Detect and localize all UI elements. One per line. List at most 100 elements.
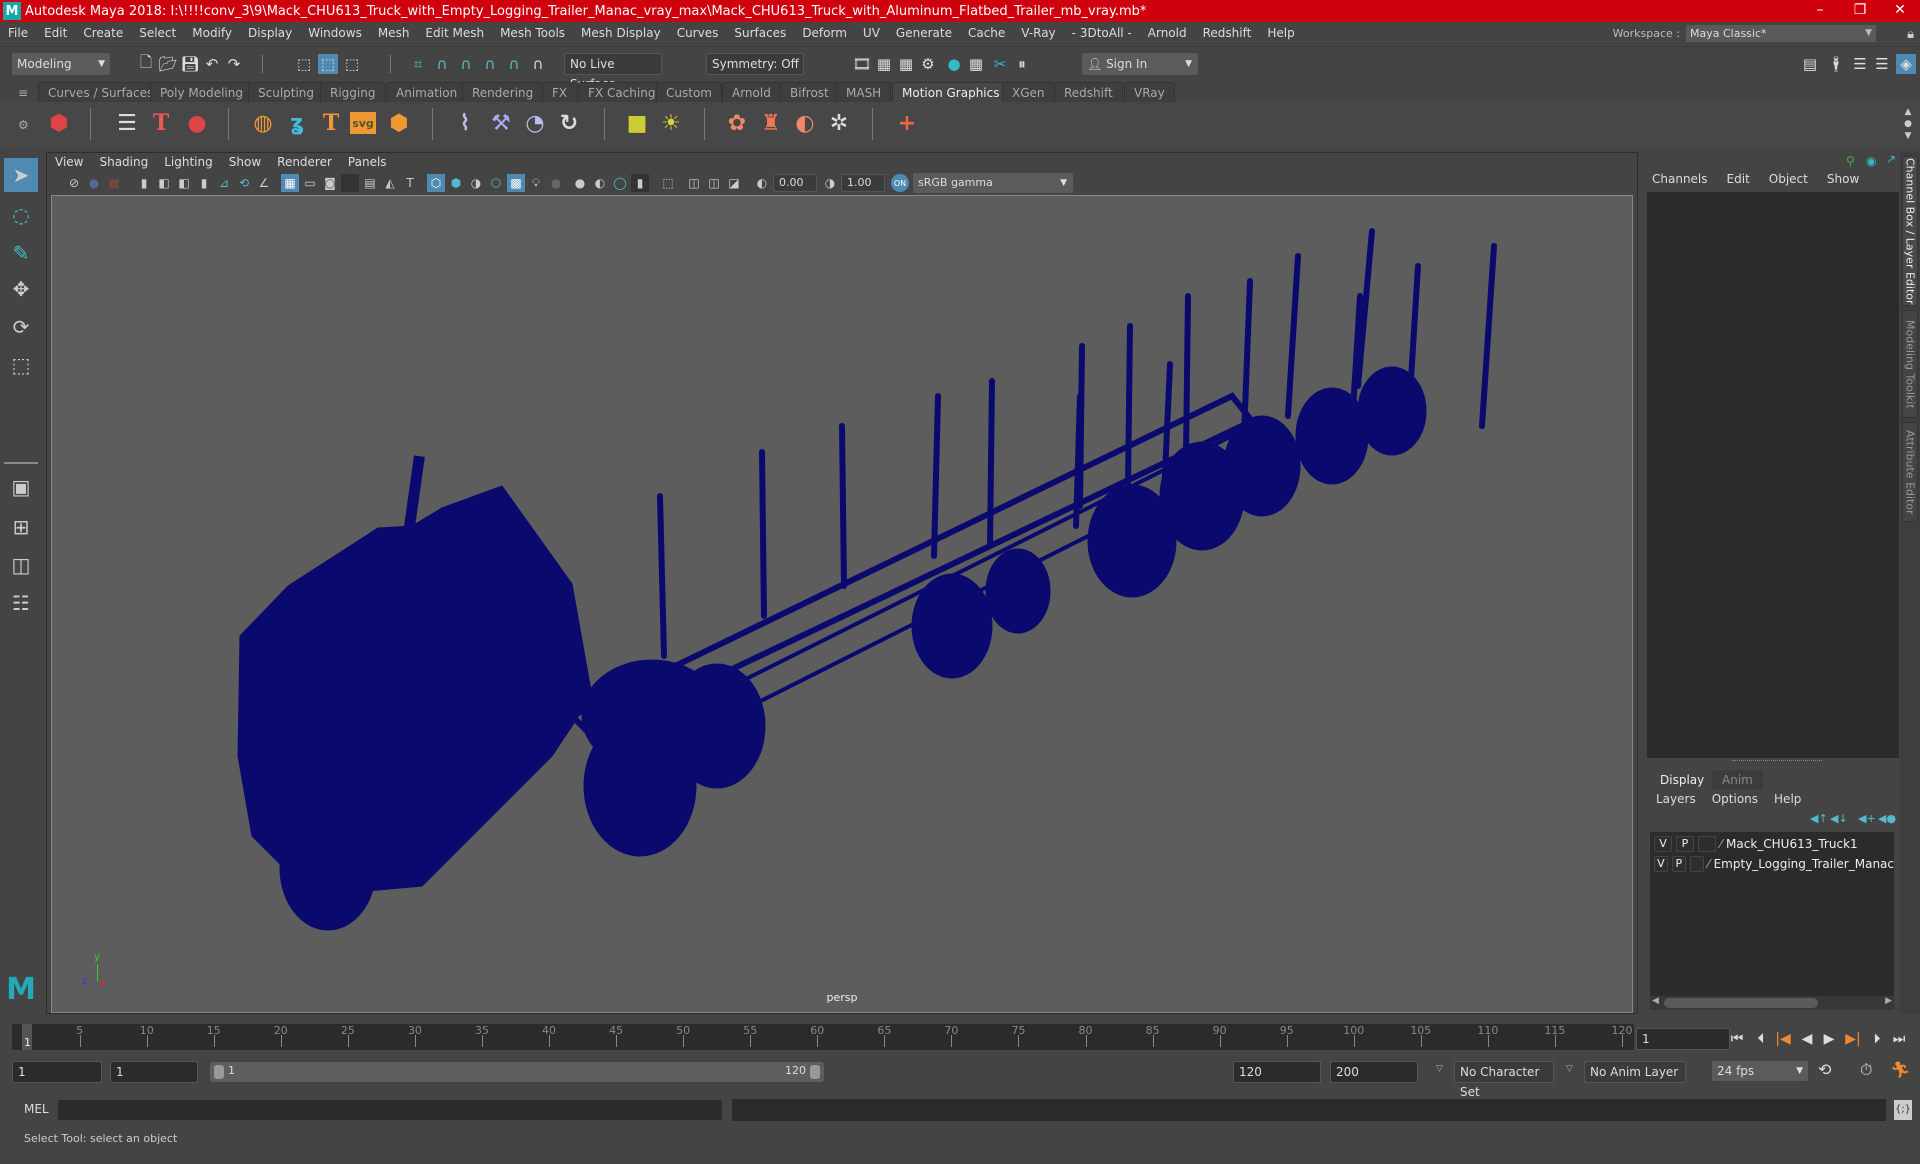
- menu-mesh-tools[interactable]: Mesh Tools: [492, 26, 573, 40]
- shelf-tab-redshift[interactable]: Redshift: [1054, 82, 1123, 102]
- menu-set-dropdown[interactable]: Modeling ▼: [12, 53, 110, 75]
- safe-title-icon[interactable]: ◙: [321, 174, 339, 192]
- field-chart-icon[interactable]: ∠: [255, 174, 273, 192]
- type-icon[interactable]: T: [316, 108, 346, 138]
- spring-icon[interactable]: ↻: [554, 108, 584, 138]
- open-scene-icon[interactable]: 📂︎: [158, 54, 178, 74]
- light-editor-icon[interactable]: ✂: [990, 54, 1010, 74]
- shelf-tab-poly-modeling[interactable]: Poly Modeling: [150, 82, 253, 102]
- fracture-icon[interactable]: ⚒: [486, 108, 516, 138]
- time-slider-bar[interactable]: 1 5 10 15 20 25 30 35 40 45 50 55 60 65 70 75 80 85 90 95 1…: [12, 1024, 1634, 1050]
- single-perspective-view-icon[interactable]: ▣: [4, 470, 38, 504]
- tool-settings-icon[interactable]: ☰: [1872, 54, 1892, 74]
- snap-point-icon[interactable]: ∩: [456, 54, 476, 74]
- shelf-tab-motion-graphics[interactable]: Motion Graphics: [892, 82, 1010, 102]
- viewport-menu-show[interactable]: Show: [229, 155, 261, 173]
- layer-visibility-toggle[interactable]: V: [1654, 836, 1672, 852]
- render-current-icon[interactable]: ▦: [874, 54, 894, 74]
- menu-vray[interactable]: V-Ray: [1013, 26, 1063, 40]
- menu-select[interactable]: Select: [131, 26, 184, 40]
- animation-end-field[interactable]: 200: [1330, 1061, 1418, 1083]
- layer-row[interactable]: V P ⁄ Mack_CHU613_Truck1: [1650, 834, 1894, 854]
- menu-create[interactable]: Create: [75, 26, 131, 40]
- sphere-icon[interactable]: ◍: [248, 108, 278, 138]
- layer-tab-display[interactable]: Display: [1650, 770, 1715, 790]
- grease-pencil-icon[interactable]: ◧: [175, 174, 193, 192]
- loop-icon[interactable]: ⟲: [1818, 1060, 1831, 1079]
- hypershade-icon[interactable]: ●: [944, 54, 964, 74]
- camera-attributes-icon[interactable]: ●: [85, 174, 103, 192]
- viewport-menu-view[interactable]: View: [55, 155, 83, 173]
- overscan-icon[interactable]: ■: [341, 174, 359, 192]
- redo-icon[interactable]: ↷: [224, 54, 244, 74]
- select-hierarchy-icon[interactable]: ⬚: [294, 54, 314, 74]
- gamma-field[interactable]: 1.00: [841, 174, 885, 192]
- menu-windows[interactable]: Windows: [300, 26, 370, 40]
- shelf-tab-fx[interactable]: FX: [542, 82, 578, 102]
- layer-menu-layers[interactable]: Layers: [1656, 792, 1696, 806]
- select-object-icon[interactable]: ⬚: [318, 54, 338, 74]
- shelf-menu-icon[interactable]: ≡: [18, 86, 28, 100]
- snap-curve-icon[interactable]: ∩: [432, 54, 452, 74]
- menu-help[interactable]: Help: [1259, 26, 1302, 40]
- snap-live-icon[interactable]: ∩: [504, 54, 524, 74]
- xray-active-icon[interactable]: ◫: [685, 174, 703, 192]
- lasso-tool-icon[interactable]: ◌: [4, 198, 38, 232]
- new-scene-icon[interactable]: 🗋: [136, 53, 156, 74]
- texture-icon[interactable]: T: [401, 174, 419, 192]
- layer-playback-toggle[interactable]: P: [1671, 856, 1686, 872]
- resolution-gate-icon[interactable]: ⊿: [215, 174, 233, 192]
- shelf-tab-sculpting[interactable]: Sculpting: [248, 82, 325, 102]
- film-gate-icon[interactable]: ▮: [195, 174, 213, 192]
- new-layer-icon[interactable]: ◀+: [1858, 812, 1876, 825]
- render-setup-icon[interactable]: ▦: [966, 54, 986, 74]
- shelf-tab-rendering[interactable]: Rendering: [462, 82, 544, 102]
- go-to-end-button[interactable]: ⏭︎: [1890, 1030, 1908, 1048]
- rotate-tool-icon[interactable]: ⟳: [4, 310, 38, 344]
- move-layer-up-icon[interactable]: ◀↑: [1810, 812, 1828, 825]
- shelf-tab-bifrost[interactable]: Bifrost: [780, 82, 839, 102]
- snap-grid-icon[interactable]: ⌗: [408, 54, 428, 74]
- viewport-menu-lighting[interactable]: Lighting: [164, 155, 213, 173]
- type-tool-icon[interactable]: T: [146, 108, 176, 138]
- move-layer-down-icon[interactable]: ◀↓: [1830, 812, 1848, 825]
- shelf-tab-rigging[interactable]: Rigging: [320, 82, 386, 102]
- playback-end-field[interactable]: 120: [1233, 1061, 1321, 1083]
- layer-color-swatch[interactable]: ⁄: [1708, 857, 1710, 871]
- go-to-start-button[interactable]: ⏮︎: [1728, 1030, 1746, 1048]
- image-plane-icon[interactable]: ▮: [135, 174, 153, 192]
- live-surface-field[interactable]: No Live Surface: [564, 53, 662, 91]
- shelf-tab-xgen[interactable]: XGen: [1002, 82, 1055, 102]
- symmetry-field[interactable]: Symmetry: Off: [706, 53, 804, 75]
- text-list-icon[interactable]: ☰: [112, 108, 142, 138]
- two-view-icon[interactable]: ◫: [4, 548, 38, 582]
- channel-box-menu-object[interactable]: Object: [1769, 172, 1808, 186]
- shelf-tab-mash[interactable]: MASH: [836, 82, 892, 102]
- animation-start-field[interactable]: 1: [12, 1061, 102, 1083]
- svg-icon[interactable]: svg: [350, 112, 376, 134]
- mash-network-icon[interactable]: ⬢: [44, 108, 74, 138]
- menu-edit[interactable]: Edit: [36, 26, 75, 40]
- layer-menu-options[interactable]: Options: [1712, 792, 1758, 806]
- side-tab-attribute-editor[interactable]: Attribute Editor: [1902, 422, 1918, 522]
- expand-icon[interactable]: ↗: [1886, 152, 1896, 166]
- depth-of-field-icon[interactable]: ▮: [631, 174, 649, 192]
- box-icon[interactable]: ⬢: [384, 108, 414, 138]
- layer-tab-anim[interactable]: Anim: [1712, 770, 1763, 790]
- move-tool-icon[interactable]: ✥: [4, 272, 38, 306]
- render-settings-icon[interactable]: ⚙︎: [918, 54, 938, 74]
- select-component-icon[interactable]: ⬚: [342, 54, 362, 74]
- xray-joints-icon[interactable]: ▤: [361, 174, 379, 192]
- xray-icon[interactable]: ▩: [507, 174, 525, 192]
- workspace-dropdown[interactable]: Maya Classic*: [1686, 25, 1876, 42]
- use-all-lights-icon[interactable]: 💡︎: [527, 174, 545, 192]
- channel-box-menu-edit[interactable]: Edit: [1727, 172, 1750, 186]
- attribute-editor-icon[interactable]: ☰: [1850, 54, 1870, 74]
- script-editor-icon[interactable]: {;}: [1894, 1100, 1912, 1120]
- dynamics-icon[interactable]: ◔: [520, 108, 550, 138]
- scale-tool-icon[interactable]: ⬚: [4, 348, 38, 382]
- layer-color-swatch[interactable]: ⁄: [1720, 837, 1722, 851]
- playback-start-field[interactable]: 1: [110, 1061, 198, 1083]
- menu-generate[interactable]: Generate: [888, 26, 960, 40]
- current-frame-field[interactable]: 1: [1636, 1028, 1730, 1050]
